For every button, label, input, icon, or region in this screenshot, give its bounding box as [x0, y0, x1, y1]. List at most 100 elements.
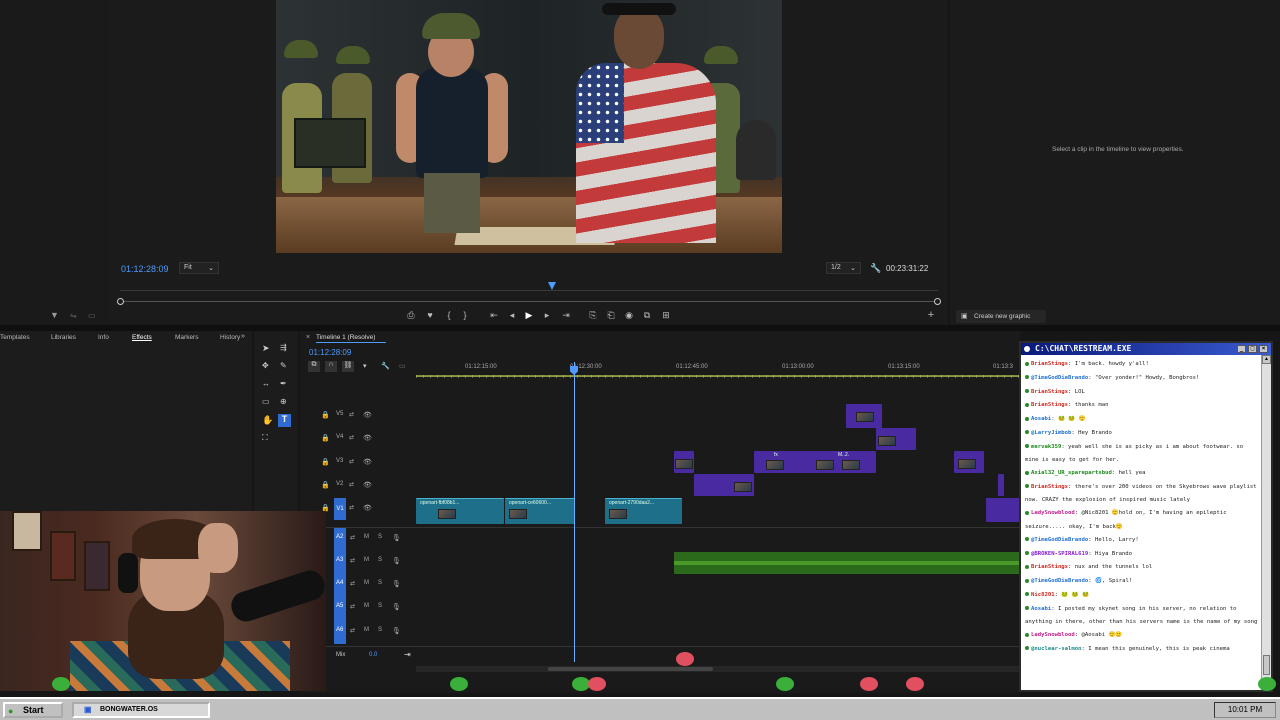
- eye-icon[interactable]: 👁: [363, 434, 372, 442]
- mute-button[interactable]: M: [364, 557, 369, 563]
- linked-icon[interactable]: ⛓: [342, 361, 354, 372]
- resolution-dropdown[interactable]: 1/2 ⌄: [826, 262, 861, 274]
- sync-icon[interactable]: ⇄: [349, 481, 354, 488]
- transform-tool-icon[interactable]: ⛶: [262, 433, 268, 443]
- insert-icon[interactable]: ⎘: [587, 310, 599, 321]
- clip-v3-a[interactable]: [674, 451, 694, 473]
- timeline-scroll-track[interactable]: [416, 666, 1020, 672]
- hand-tool-icon[interactable]: ✋: [262, 415, 273, 426]
- maximize-icon[interactable]: □: [1248, 345, 1257, 353]
- lock-icon[interactable]: 🔒: [321, 411, 330, 419]
- audio-clip-a3[interactable]: [674, 552, 1020, 574]
- sync-icon[interactable]: ⇄: [350, 603, 355, 610]
- clip-v2-a[interactable]: [694, 474, 754, 496]
- filter-icon[interactable]: ▼: [50, 310, 59, 320]
- lock-icon[interactable]: 🔒: [321, 481, 330, 489]
- task-bongwater[interactable]: ▣ BONGWATER.OS: [72, 702, 210, 718]
- solo-button[interactable]: S: [378, 627, 382, 633]
- track-label-v1[interactable]: V1: [334, 498, 346, 520]
- mute-button[interactable]: M: [364, 627, 369, 633]
- scroll-thumb[interactable]: [1263, 655, 1270, 675]
- chat-title-bar[interactable]: C:\CHAT\RESTREAM.EXE _ □ ×: [1021, 343, 1271, 355]
- mic-icon[interactable]: 🎙: [392, 580, 401, 588]
- add-button-icon[interactable]: +: [925, 309, 937, 321]
- program-timecode[interactable]: 01:12:28:09: [121, 264, 169, 274]
- tab-libraries[interactable]: Libraries: [51, 334, 76, 341]
- eye-icon[interactable]: 👁: [363, 481, 372, 489]
- mark-out-icon[interactable]: }: [459, 310, 471, 320]
- settings-wrench-icon[interactable]: 🔧: [381, 362, 390, 370]
- program-video-frame[interactable]: [276, 0, 782, 253]
- slip-tool-icon[interactable]: ↔: [262, 379, 270, 388]
- wrench-icon[interactable]: 🔧: [870, 263, 881, 274]
- play-icon[interactable]: ▶: [523, 310, 535, 321]
- mic-icon[interactable]: 🎙: [392, 534, 401, 542]
- eye-icon[interactable]: 👁: [363, 411, 372, 419]
- mix-value[interactable]: 0.0: [369, 652, 377, 658]
- chat-scrollbar[interactable]: ▲ ▼: [1261, 355, 1271, 690]
- tab-templates[interactable]: Templates: [0, 334, 30, 341]
- tab-effects[interactable]: Effects: [132, 334, 152, 341]
- step-back-icon[interactable]: ◂: [506, 310, 518, 321]
- clip-v3-c[interactable]: [954, 451, 984, 473]
- mic-icon[interactable]: 🎙: [392, 557, 401, 565]
- step-forward-icon[interactable]: ▸: [541, 310, 553, 321]
- mic-icon[interactable]: 🎙: [392, 627, 401, 635]
- sync-icon[interactable]: ⇄: [350, 580, 355, 587]
- sync-icon[interactable]: ⇄: [349, 504, 354, 511]
- lock-icon[interactable]: 🔒: [321, 458, 330, 466]
- mute-button[interactable]: M: [364, 534, 369, 540]
- timeline-title[interactable]: Timeline 1 (Resolve): [316, 334, 375, 341]
- scroll-up-icon[interactable]: ▲: [1262, 355, 1271, 364]
- zoom-bar[interactable]: [120, 301, 938, 302]
- fit-dropdown[interactable]: Fit ⌄: [179, 262, 219, 274]
- marker-icon[interactable]: ▾: [363, 362, 367, 370]
- type-tool-icon[interactable]: T: [278, 414, 291, 427]
- go-to-out-icon[interactable]: ⇥: [560, 310, 572, 321]
- clip-v3-b[interactable]: fx M..2.: [754, 451, 876, 473]
- timeline-timecode[interactable]: 01:12:28:09: [309, 348, 351, 357]
- razor-tool-icon[interactable]: ✎: [280, 361, 287, 370]
- sync-icon[interactable]: ⇄: [349, 458, 354, 465]
- clip-v5[interactable]: [846, 404, 882, 428]
- pen-tool-icon[interactable]: ✒: [280, 379, 287, 388]
- close-tab-icon[interactable]: ×: [306, 334, 310, 341]
- clip-v1-d[interactable]: [986, 498, 1020, 522]
- mute-button[interactable]: M: [364, 580, 369, 586]
- solo-button[interactable]: S: [378, 603, 382, 609]
- tab-info[interactable]: Info: [98, 334, 109, 341]
- start-button[interactable]: ● Start: [3, 702, 63, 718]
- tab-history[interactable]: History: [220, 334, 240, 341]
- clip-v1-c[interactable]: openart-2790daa2...: [605, 498, 682, 524]
- clip-v1-a[interactable]: openart-fbf08b1...: [416, 498, 504, 524]
- mute-button[interactable]: M: [364, 603, 369, 609]
- clip-v2-b[interactable]: [998, 474, 1004, 496]
- go-to-in-icon[interactable]: ⇤: [488, 310, 500, 321]
- mix-end-icon[interactable]: ⇥: [404, 650, 411, 659]
- solo-button[interactable]: S: [378, 557, 382, 563]
- zoom-tool-icon[interactable]: ⊕: [280, 397, 287, 406]
- ripple-edit-icon[interactable]: ✥: [262, 361, 269, 370]
- link-icon[interactable]: ⇋: [70, 311, 77, 320]
- sync-icon[interactable]: ⇄: [349, 434, 354, 441]
- mark-in-icon[interactable]: {: [443, 310, 455, 320]
- solo-button[interactable]: S: [378, 580, 382, 586]
- snap-icon[interactable]: ∩: [325, 361, 337, 372]
- eye-icon[interactable]: 👁: [363, 504, 372, 512]
- sync-icon[interactable]: ⇄: [350, 557, 355, 564]
- timeline-scroll-thumb[interactable]: [548, 667, 713, 671]
- compare-icon[interactable]: ⧉: [641, 310, 653, 321]
- nest-icon[interactable]: ⧉: [308, 361, 320, 372]
- marker-in-icon[interactable]: ⎙: [405, 310, 417, 321]
- close-icon[interactable]: ×: [1259, 345, 1268, 353]
- export-frame-icon[interactable]: ◉: [623, 310, 635, 321]
- add-marker-icon[interactable]: ♥: [424, 310, 436, 320]
- rectangle-tool-icon[interactable]: ▭: [262, 397, 270, 406]
- lock-icon[interactable]: 🔒: [321, 434, 330, 442]
- sync-icon[interactable]: ⇄: [350, 534, 355, 541]
- solo-button[interactable]: S: [378, 534, 382, 540]
- more-tabs-icon[interactable]: »: [241, 333, 245, 340]
- track-select-icon[interactable]: ⇶: [280, 343, 287, 352]
- zoom-handle-left[interactable]: [117, 298, 124, 305]
- overwrite-icon[interactable]: ⎗: [605, 310, 617, 321]
